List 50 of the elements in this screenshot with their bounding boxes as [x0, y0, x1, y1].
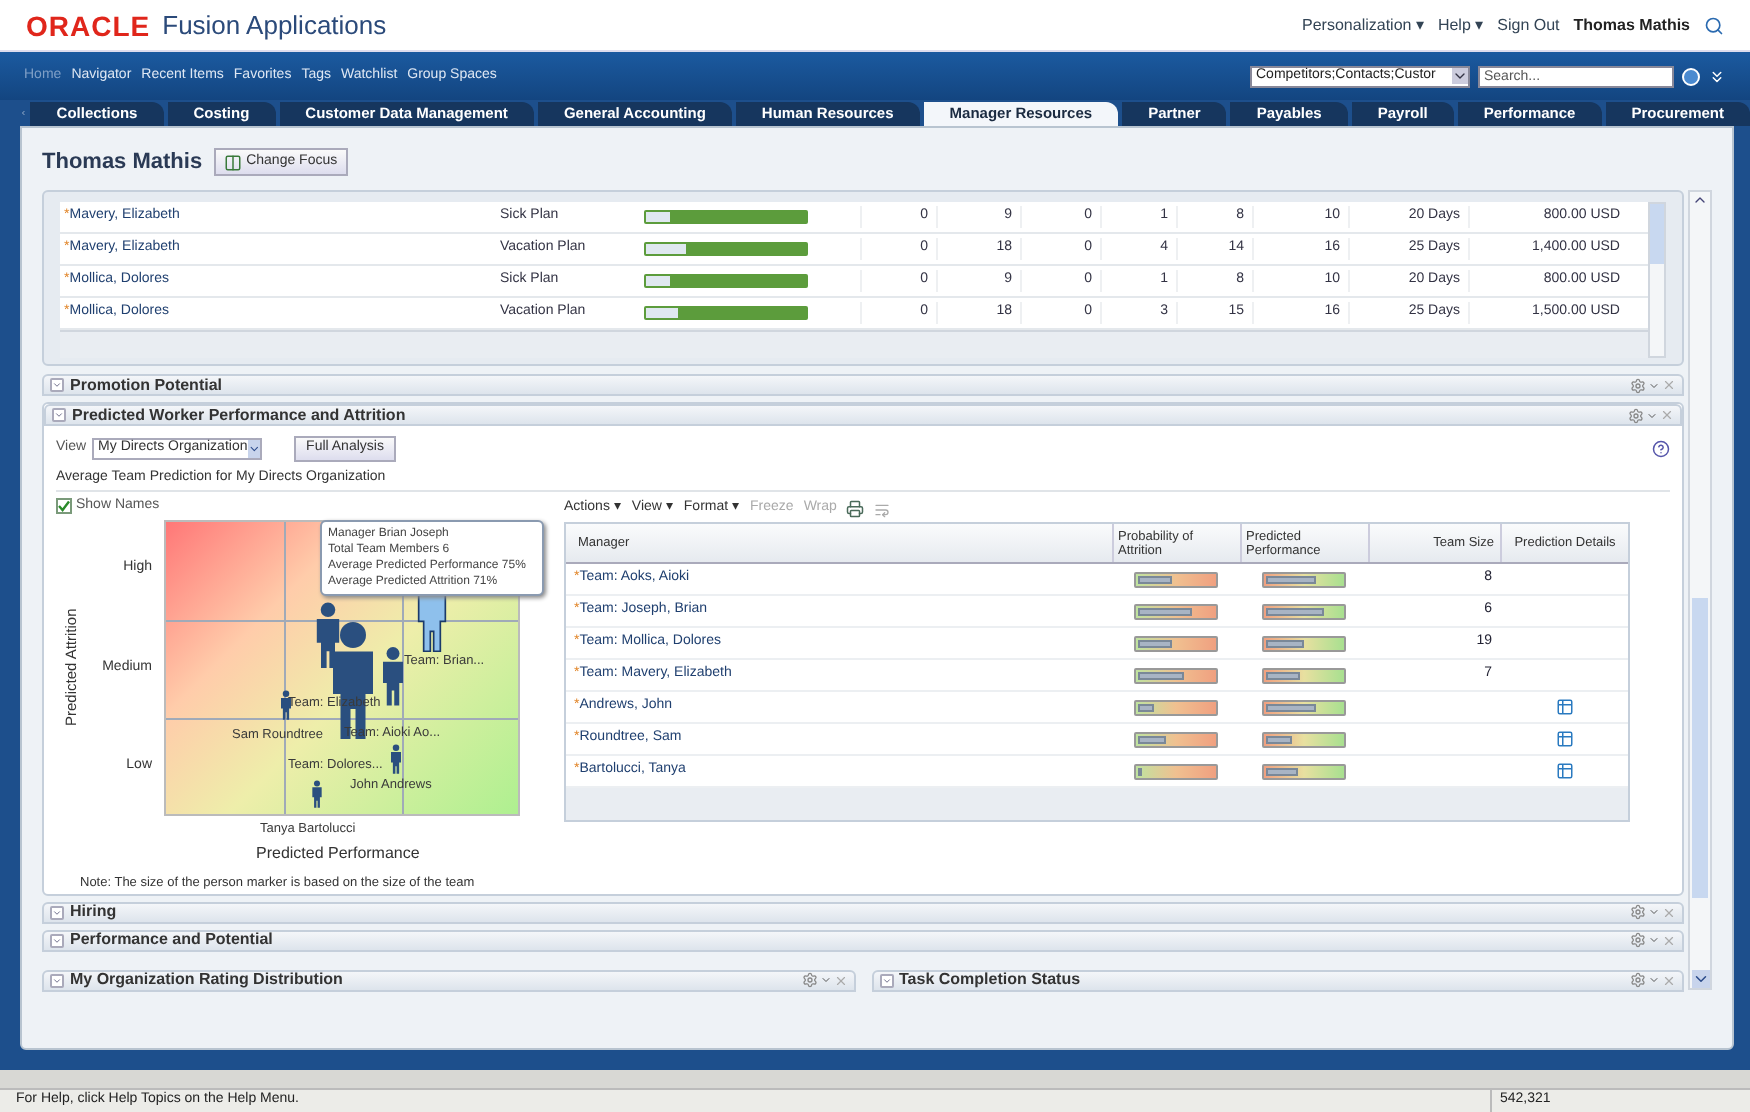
collapse-toggle-icon[interactable]: [50, 905, 64, 920]
collapse-toggle-icon[interactable]: [50, 933, 64, 948]
expand-icon[interactable]: [1708, 67, 1726, 85]
person-marker-icon[interactable]: [388, 744, 404, 774]
close-icon[interactable]: [833, 973, 847, 988]
dropdown-caret-icon[interactable]: [247, 439, 261, 457]
collapse-toggle-icon[interactable]: [52, 408, 66, 422]
settings-icon[interactable]: [1630, 932, 1646, 949]
scrollbar[interactable]: [1688, 190, 1712, 990]
dropdown-caret-icon[interactable]: [1452, 68, 1468, 84]
section-title: Promotion Potential: [70, 377, 222, 393]
settings-icon[interactable]: [1630, 377, 1646, 393]
collapse-toggle-icon[interactable]: [879, 973, 893, 988]
details-grid-icon[interactable]: [1555, 730, 1573, 748]
focus-person-name: Thomas Mathis: [42, 147, 203, 178]
wrap-icon[interactable]: [874, 501, 891, 517]
collapse-toggle-icon[interactable]: [50, 378, 64, 392]
section-title: Performance and Potential: [70, 932, 273, 949]
settings-icon[interactable]: [801, 972, 817, 989]
header-link[interactable]: Sign Out: [1497, 13, 1560, 37]
header-link[interactable]: Personalization ▾: [1302, 13, 1424, 37]
section-title: Hiring: [70, 904, 117, 921]
help-icon[interactable]: [1652, 439, 1670, 457]
close-icon[interactable]: [1662, 378, 1676, 392]
x-axis-title: Predicted Performance: [256, 842, 420, 866]
settings-icon[interactable]: [1630, 972, 1646, 989]
close-icon[interactable]: [1660, 408, 1674, 422]
scroll-down-icon[interactable]: [1691, 970, 1709, 988]
details-grid-icon[interactable]: [1555, 762, 1573, 780]
person-marker-icon[interactable]: [314, 600, 342, 670]
section-title: Task Completion Status: [899, 972, 1081, 989]
search-icon[interactable]: [1704, 15, 1724, 35]
product-name: Fusion Applications: [162, 12, 387, 38]
close-icon[interactable]: [1662, 905, 1676, 920]
close-icon[interactable]: [1662, 973, 1676, 988]
scroll-up-icon[interactable]: [1692, 192, 1708, 208]
settings-icon[interactable]: [1630, 904, 1646, 921]
person-marker-icon[interactable]: [310, 780, 324, 808]
details-grid-icon[interactable]: [1555, 698, 1573, 716]
person-marker-icon[interactable]: [380, 646, 406, 706]
header-link[interactable]: Help ▾: [1437, 13, 1484, 37]
close-icon[interactable]: [1662, 933, 1676, 948]
user-name: Thomas Mathis: [1573, 13, 1690, 37]
collapse-toggle-icon[interactable]: [50, 973, 64, 988]
settings-icon[interactable]: [1628, 407, 1644, 423]
section-title: My Organization Rating Distribution: [70, 972, 343, 989]
section-title: Predicted Worker Performance and Attrition: [72, 407, 406, 423]
oracle-logo: ORACLE: [26, 11, 151, 39]
show-names-checkbox[interactable]: [56, 498, 72, 514]
scrollbar[interactable]: [1648, 202, 1666, 358]
